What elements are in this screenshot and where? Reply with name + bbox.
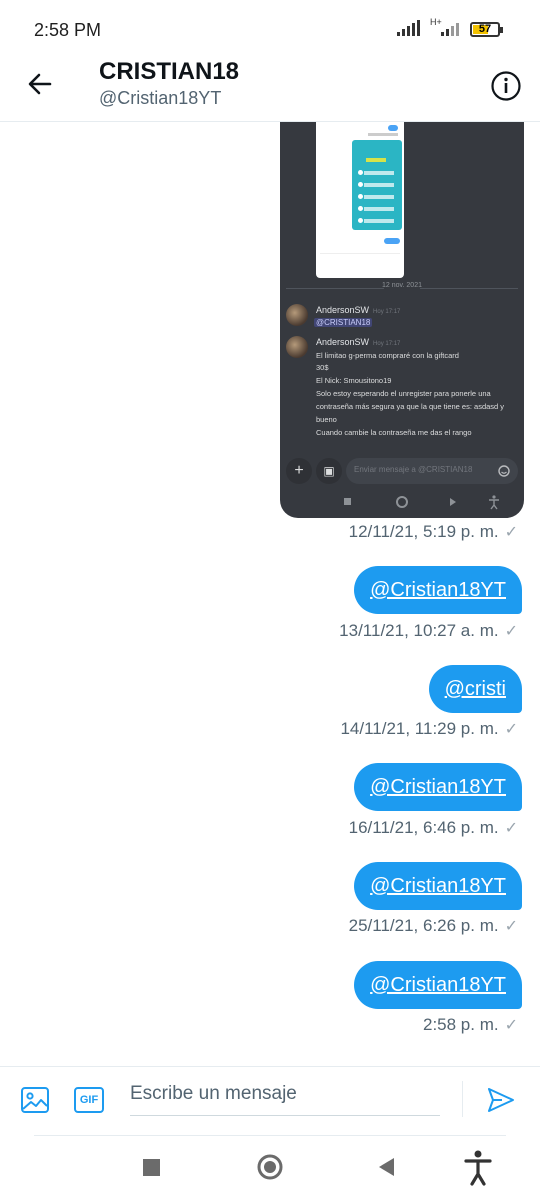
battery-level: 57 [478,23,492,35]
message-line: El Nick: Smousitono19 [316,376,392,385]
message-author: AndersonSW Hoy 17:17 [316,305,400,315]
shared-image[interactable]: 12 nov. 2021 AndersonSW Hoy 17:17 @CRISTI… [280,122,524,518]
message-timestamp: 25/11/21, 6:26 p. m. ✓ [348,916,518,935]
status-bar: 2:58 PM H+ 57 [0,0,540,60]
sent-check-icon: ✓ [504,1017,518,1034]
signal-icon-2 [441,23,459,36]
message-timestamp: 13/11/21, 10:27 a. m. ✓ [339,621,518,640]
message-author: AndersonSW Hoy 17:17 [316,337,400,347]
status-time: 2:58 PM [34,20,102,40]
composer-divider [462,1081,463,1117]
message-bubble[interactable]: @Cristian18YT [354,862,522,910]
image-icon[interactable] [20,1085,50,1115]
gif-button[interactable]: GIF [74,1087,104,1113]
message-timestamp: 12/11/21, 5:19 p. m. ✓ [348,522,518,541]
message-composer: GIF Escribe un mensaje [0,1066,540,1137]
recents-button [143,1159,160,1176]
gift-icon: ▣ [316,458,342,484]
message-line: bueno [316,415,337,424]
sent-check-icon: ✓ [504,623,518,640]
message-line: contraseña más segura ya que la que tien… [316,402,505,411]
message-line: Solo estoy esperando el unregister para … [316,389,491,398]
avatar [286,336,308,358]
accessibility-icon [474,1150,482,1158]
add-attachment-icon: + [286,458,312,484]
contact-handle[interactable]: @Cristian18YT [99,88,221,109]
sent-check-icon: ✓ [504,524,518,541]
emoji-icon [498,465,510,477]
date-divider: 12 nov. 2021 [382,282,422,289]
system-nav-bar [143,1150,492,1186]
avatar [286,304,308,326]
embedded-phone-screenshot [316,122,404,278]
sent-check-icon: ✓ [504,721,518,738]
message-line: 30$ [316,363,329,372]
message-timestamp: 14/11/21, 11:29 p. m. ✓ [340,719,518,738]
message-line: El limitao g-perma compraré con la giftc… [316,351,459,360]
author-name: AndersonSW [316,305,370,315]
message-bubble[interactable]: @Cristian18YT [354,566,522,614]
info-icon[interactable] [490,70,522,102]
message-input[interactable]: Escribe un mensaje [130,1083,440,1116]
message-bubble[interactable]: @Cristian18YT [354,763,522,811]
embedded-input-placeholder: Enviar mensaje a @CRISTIAN18 [354,465,473,474]
embedded-nav-bar [344,495,499,510]
message-timestamp: 16/11/21, 6:46 p. m. ✓ [348,818,518,837]
embedded-message-input: Enviar mensaje a @CRISTIAN18 [346,458,518,484]
message-timestamp: 2:58 p. m. ✓ [422,1015,518,1034]
back-button [379,1158,394,1176]
battery-icon: 57 [470,22,503,37]
conversation-header: CRISTIAN18 @Cristian18YT [0,58,540,122]
contact-name[interactable]: CRISTIAN18 [99,58,239,86]
sent-check-icon: ✓ [504,820,518,837]
send-icon[interactable] [486,1085,516,1115]
message-line: Cuando cambie la contraseña me das el ra… [316,428,472,437]
signal-icon [397,20,420,36]
back-arrow-icon[interactable] [24,68,56,100]
message-bubble[interactable]: @Cristian18YT [354,961,522,1009]
author-name: AndersonSW [316,337,370,347]
message-time: Hoy 17:17 [373,341,401,347]
mention: @CRISTIAN18 [314,318,373,327]
message-bubble[interactable]: @cristi [428,665,522,713]
sent-check-icon: ✓ [504,918,518,935]
message-time: Hoy 17:17 [373,309,401,315]
